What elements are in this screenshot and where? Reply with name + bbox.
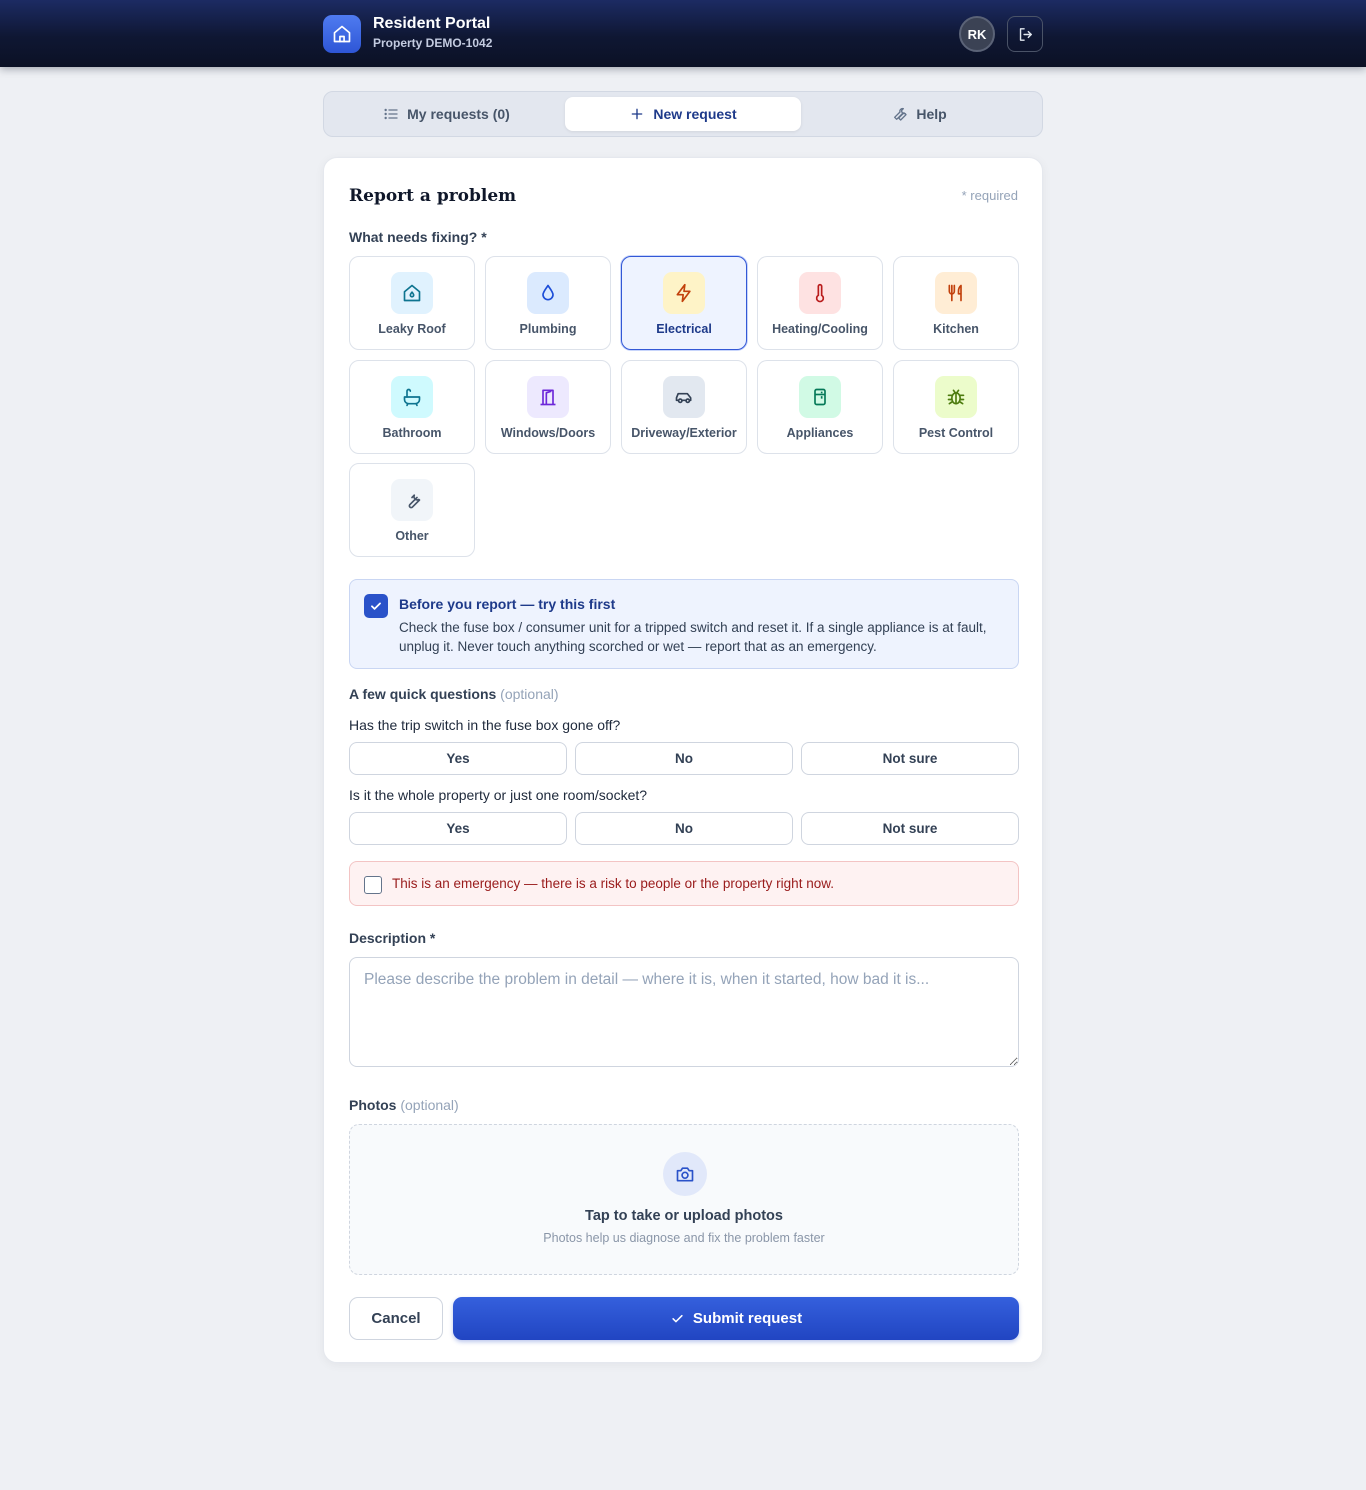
questions-optional: (optional): [500, 686, 559, 702]
wrench-icon: [894, 107, 907, 121]
question-2-no-button[interactable]: No: [575, 812, 793, 845]
category-label-text: Driveway/Exterior: [631, 426, 737, 440]
category-label-text: Leaky Roof: [378, 322, 446, 336]
category-heating-cooling[interactable]: Heating/Cooling: [757, 256, 883, 350]
house-icon: [391, 272, 433, 314]
category-label-text: Appliances: [786, 426, 854, 440]
required-note: * required: [961, 188, 1018, 203]
emergency-checkbox[interactable]: [364, 876, 382, 894]
wrench-icon: [391, 479, 433, 521]
category-leaky-roof[interactable]: Leaky Roof: [349, 256, 475, 350]
question-1: Has the trip switch in the fuse box gone…: [349, 717, 621, 733]
photos-label-text: Photos: [349, 1097, 397, 1113]
door-icon: [527, 376, 569, 418]
thermometer-icon: [799, 272, 841, 314]
tab-help-label: Help: [916, 106, 947, 122]
tip-title: Before you report — try this first: [399, 596, 616, 612]
question-2-not-sure-button[interactable]: Not sure: [801, 812, 1019, 845]
description-label: Description *: [349, 930, 436, 946]
check-icon: [371, 602, 381, 610]
photo-upload-title: Tap to take or upload photos: [585, 1208, 783, 1224]
avatar[interactable]: RK: [959, 16, 995, 52]
category-driveway-exterior[interactable]: Driveway/Exterior: [621, 360, 747, 454]
tab-new-request-label: New request: [653, 106, 737, 122]
logout-icon: [1019, 27, 1032, 41]
tab-my-requests[interactable]: My requests (0): [329, 97, 564, 131]
photos-optional: (optional): [400, 1097, 459, 1113]
category-label-text: Pest Control: [918, 426, 994, 440]
report-form-card: Report a problem * required What needs f…: [323, 157, 1043, 1363]
tab-my-requests-label: My requests (0): [407, 106, 510, 122]
category-label-text: Windows/Doors: [500, 426, 596, 440]
question-1-yes-button[interactable]: Yes: [349, 742, 567, 775]
photo-upload-area[interactable]: Tap to take or upload photos Photos help…: [349, 1124, 1019, 1275]
tip-checkbox[interactable]: [364, 594, 388, 618]
car-icon: [663, 376, 705, 418]
tab-new-request[interactable]: New request: [565, 97, 801, 131]
category-electrical[interactable]: Electrical: [621, 256, 747, 350]
tip-box: Before you report — try this first Check…: [349, 579, 1019, 669]
tab-help[interactable]: Help: [802, 97, 1037, 131]
camera-icon: [663, 1152, 707, 1196]
category-label-text: Kitchen: [933, 322, 979, 336]
emergency-toggle[interactable]: This is an emergency — there is a risk t…: [349, 861, 1019, 906]
category-plumbing[interactable]: Plumbing: [485, 256, 611, 350]
category-label-text: Bathroom: [382, 426, 442, 440]
droplet-icon: [527, 272, 569, 314]
photos-label: Photos (optional): [349, 1097, 459, 1113]
question-1-not-sure-button[interactable]: Not sure: [801, 742, 1019, 775]
tip-body: Check the fuse box / consumer unit for a…: [399, 620, 987, 654]
app-title: Resident Portal: [373, 15, 491, 32]
list-icon: [384, 108, 398, 120]
check-icon: [672, 1314, 683, 1323]
emergency-label: This is an emergency — there is a risk t…: [392, 876, 834, 891]
category-label: What needs fixing? *: [349, 229, 487, 245]
category-label-text: Other: [395, 529, 429, 543]
logout-button[interactable]: [1007, 16, 1043, 52]
top-bar-content: Resident Portal Property DEMO-1042 RK: [323, 0, 1043, 67]
questions-label-text: A few quick questions: [349, 686, 497, 702]
question-2-yes-button[interactable]: Yes: [349, 812, 567, 845]
utensils-icon: [935, 272, 977, 314]
top-bar: Resident Portal Property DEMO-1042 RK: [0, 0, 1366, 67]
description-field[interactable]: [349, 957, 1019, 1067]
question-2: Is it the whole property or just one roo…: [349, 787, 648, 803]
home-icon[interactable]: [323, 15, 361, 53]
questions-label: A few quick questions (optional): [349, 686, 559, 702]
category-appliances[interactable]: Appliances: [757, 360, 883, 454]
submit-label: Submit request: [692, 1310, 803, 1327]
property-id: Property DEMO-1042: [373, 36, 493, 50]
lightning-icon: [663, 272, 705, 314]
category-windows-doors[interactable]: Windows/Doors: [485, 360, 611, 454]
fridge-icon: [799, 376, 841, 418]
category-bathroom[interactable]: Bathroom: [349, 360, 475, 454]
form-title: Report a problem: [349, 186, 517, 206]
plus-icon: [632, 108, 643, 120]
category-pest-control[interactable]: Pest Control: [893, 360, 1019, 454]
category-kitchen[interactable]: Kitchen: [893, 256, 1019, 350]
bug-icon: [935, 376, 977, 418]
category-label-text: Electrical: [656, 322, 712, 336]
bath-icon: [391, 376, 433, 418]
category-label-text: Plumbing: [519, 322, 577, 336]
tab-bar: My requests (0) New request Help: [323, 91, 1043, 137]
submit-request-button[interactable]: Submit request: [453, 1297, 1019, 1340]
cancel-button[interactable]: Cancel: [349, 1297, 443, 1340]
category-other[interactable]: Other: [349, 463, 475, 557]
category-label-text: Heating/Cooling: [772, 322, 868, 336]
photo-upload-subtitle: Photos help us diagnose and fix the prob…: [543, 1231, 825, 1245]
question-1-no-button[interactable]: No: [575, 742, 793, 775]
